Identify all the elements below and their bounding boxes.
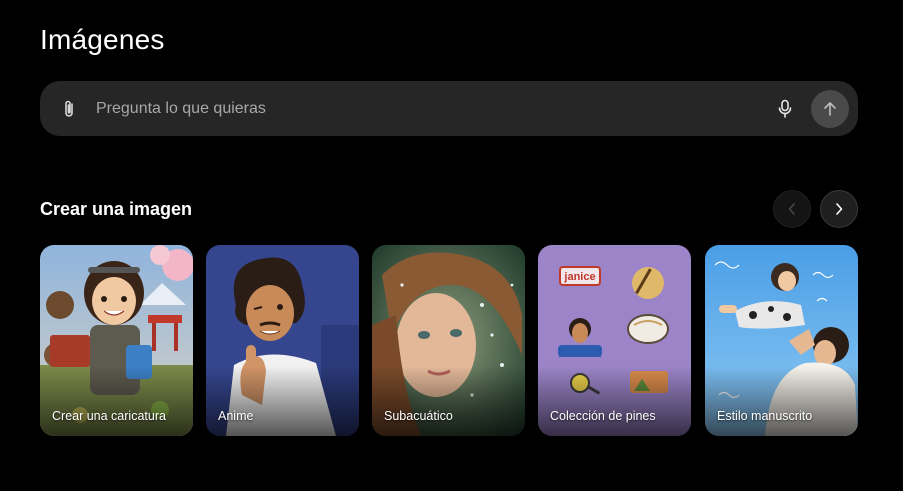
- paperclip-icon: [65, 100, 73, 117]
- card-shade: [538, 366, 691, 436]
- style-cards-carousel: Crear una caricatura Anime Subacuático j…: [40, 245, 858, 436]
- card-label: Estilo manuscrito: [717, 409, 813, 423]
- page-title: Imágenes: [40, 24, 165, 55]
- microphone-button[interactable]: [772, 95, 798, 123]
- send-button[interactable]: [811, 90, 849, 128]
- card-anime[interactable]: Anime: [206, 245, 359, 436]
- images-page: Imágenes Crear una imagen: [0, 0, 903, 491]
- chevron-left-icon: [788, 203, 795, 215]
- card-shade: [40, 366, 193, 436]
- prompt-bar: [40, 81, 858, 136]
- card-shade: [206, 366, 359, 436]
- pin-name-text: janice: [563, 271, 595, 283]
- carousel-prev-button[interactable]: [773, 190, 811, 228]
- card-handwritten-style[interactable]: Estilo manuscrito: [705, 245, 858, 436]
- card-shade: [372, 366, 525, 436]
- card-label: Crear una caricatura: [52, 409, 166, 423]
- microphone-icon: [778, 99, 792, 118]
- card-pin-collection[interactable]: janice Colección de pines: [538, 245, 691, 436]
- card-caricature[interactable]: Crear una caricatura: [40, 245, 193, 436]
- section-title: Crear una imagen: [40, 199, 193, 219]
- chevron-right-icon: [836, 203, 843, 215]
- card-underwater[interactable]: Subacuático: [372, 245, 525, 436]
- carousel-next-button[interactable]: [820, 190, 858, 228]
- prompt-input[interactable]: [96, 95, 756, 123]
- card-label: Anime: [218, 409, 254, 423]
- attach-button[interactable]: [56, 96, 82, 122]
- card-shade: [705, 366, 858, 436]
- card-label: Colección de pines: [550, 409, 656, 423]
- arrow-up-icon: [824, 102, 836, 116]
- card-label: Subacuático: [384, 409, 453, 423]
